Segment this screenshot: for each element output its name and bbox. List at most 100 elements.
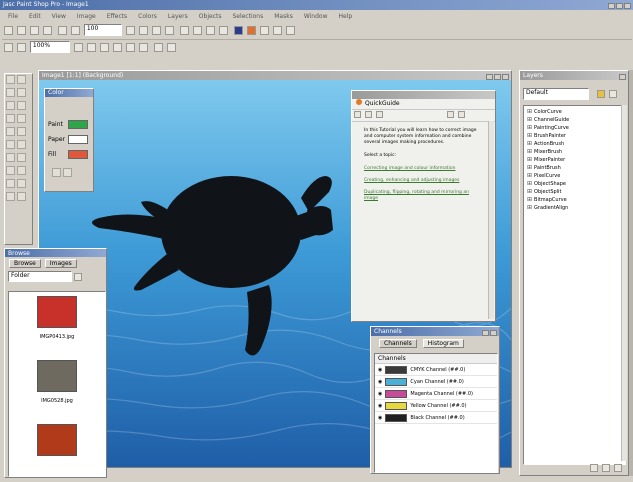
crop-tool-icon[interactable] <box>17 88 26 97</box>
layer-list-item[interactable]: ⊞ GradientAlign <box>527 204 625 212</box>
tab-channels[interactable]: Channels <box>379 338 417 348</box>
save-icon[interactable] <box>30 25 39 35</box>
move-tool-icon[interactable] <box>6 101 15 110</box>
expand-icon[interactable]: ⊞ <box>527 156 532 163</box>
layer-list-item[interactable]: ⊞ ActionBrush <box>527 140 625 148</box>
expand-icon[interactable]: ⊞ <box>527 188 532 195</box>
tab-browse[interactable]: Browse <box>9 258 41 268</box>
lock-colors-icon[interactable] <box>63 168 72 177</box>
layers-select[interactable]: Default <box>523 88 589 100</box>
arrow-tool-icon[interactable] <box>6 75 15 84</box>
shape-tool-icon[interactable] <box>17 192 26 201</box>
layer-list-item[interactable]: ⊞ PaintBrush <box>527 164 625 172</box>
new-icon[interactable] <box>4 25 13 35</box>
menu-window[interactable]: Window <box>304 13 328 20</box>
browse-icon[interactable] <box>192 25 202 35</box>
image-info-icon[interactable] <box>153 42 163 52</box>
zoom-field[interactable]: 100% <box>29 41 70 53</box>
app-minimize-button[interactable] <box>608 2 615 9</box>
eraser-tool-icon[interactable] <box>17 153 26 162</box>
paper-swatch[interactable] <box>68 134 88 144</box>
help-icon[interactable] <box>285 25 295 35</box>
menu-colors[interactable]: Colors <box>138 13 157 20</box>
fit-icon[interactable] <box>73 42 83 52</box>
menu-image[interactable]: Image <box>77 13 96 20</box>
expand-icon[interactable]: ⊞ <box>527 164 532 171</box>
layer-list-item[interactable]: ⊞ PixelCurve <box>527 172 625 180</box>
airbrush-tool-icon[interactable] <box>17 166 26 175</box>
clone-tool-icon[interactable] <box>6 140 15 149</box>
window-icon[interactable] <box>218 25 228 35</box>
layer-list-item[interactable]: ⊞ BrushPainter <box>527 132 625 140</box>
channels-help-button[interactable] <box>482 329 489 336</box>
expand-icon[interactable]: ⊞ <box>527 172 532 179</box>
preview-icon[interactable] <box>166 42 176 52</box>
snap-icon[interactable] <box>138 42 148 52</box>
text-tool-icon[interactable] <box>17 179 26 188</box>
undo-icon[interactable] <box>125 25 135 35</box>
layer-list-item[interactable]: ⊞ PaintingCurve <box>527 124 625 132</box>
zoom-out-icon[interactable] <box>17 42 26 52</box>
layer-list-item[interactable]: ⊞ BitmapCurve <box>527 196 625 204</box>
dropper-tool-icon[interactable] <box>6 127 15 136</box>
channel-row[interactable]: ◉ Cyan Channel (##.0) <box>375 376 497 388</box>
layer-list-item[interactable]: ⊞ ColorCurve <box>527 108 625 116</box>
thumbnail-item[interactable]: IMGP0413.jpg <box>9 292 105 356</box>
new-layer-icon[interactable] <box>590 464 598 472</box>
expand-icon[interactable]: ⊞ <box>527 132 532 139</box>
brush-tool-icon[interactable] <box>17 127 26 136</box>
menu-view[interactable]: View <box>52 13 66 20</box>
effects-icon[interactable] <box>246 25 256 35</box>
menu-masks[interactable]: Masks <box>274 13 293 20</box>
grid-icon[interactable] <box>99 42 109 52</box>
layers-icon[interactable] <box>179 25 189 35</box>
layers-close-button[interactable] <box>619 73 626 80</box>
eye-icon[interactable]: ◉ <box>378 367 382 373</box>
expand-icon[interactable]: ⊞ <box>527 204 532 211</box>
quickguide-link-2[interactable]: Creating, enhancing and adjusting images <box>364 178 483 184</box>
app-close-button[interactable] <box>624 2 631 9</box>
menu-objects[interactable]: Objects <box>199 13 222 20</box>
image-close-button[interactable] <box>502 73 509 80</box>
home-icon[interactable] <box>376 111 383 118</box>
color-icon[interactable] <box>233 25 243 35</box>
menu-effects[interactable]: Effects <box>107 13 127 20</box>
folder-icon[interactable] <box>597 90 605 98</box>
freehand-tool-icon[interactable] <box>6 114 15 123</box>
channel-row[interactable]: ◉ Yellow Channel (##.0) <box>375 400 497 412</box>
tab-histogram[interactable]: Histogram <box>422 338 464 348</box>
expand-icon[interactable]: ⊞ <box>527 140 532 147</box>
ruler-icon[interactable] <box>112 42 122 52</box>
zoom-tool-icon[interactable] <box>6 88 15 97</box>
select-tool-icon[interactable] <box>17 101 26 110</box>
resize-icon[interactable] <box>164 25 174 35</box>
expand-icon[interactable]: ⊞ <box>527 124 532 131</box>
expand-icon[interactable]: ⊞ <box>527 196 532 203</box>
print-icon[interactable] <box>43 25 52 35</box>
eye-icon[interactable]: ◉ <box>378 379 382 385</box>
bookmark-icon[interactable] <box>446 111 454 118</box>
guide-icon[interactable] <box>125 42 135 52</box>
script-icon[interactable] <box>272 25 282 35</box>
app-maximize-button[interactable] <box>616 2 623 9</box>
channel-row[interactable]: ◉ Magenta Channel (##.0) <box>375 388 497 400</box>
quickguide-link-1[interactable]: Correcting image and colour information <box>364 166 483 172</box>
eye-icon[interactable]: ◉ <box>378 403 382 409</box>
quickguide-link-3[interactable]: Duplicating, flipping, rotating and mirr… <box>364 190 483 202</box>
duplicate-layer-icon[interactable] <box>602 464 610 472</box>
folder-select[interactable]: Folder <box>8 271 72 282</box>
channels-close-button[interactable] <box>490 329 497 336</box>
eye-icon[interactable]: ◉ <box>378 415 382 421</box>
cut-icon[interactable] <box>57 25 67 35</box>
paint-swatch[interactable] <box>68 119 88 129</box>
delete-layer-icon[interactable] <box>614 464 622 472</box>
menu-file[interactable]: File <box>8 13 18 20</box>
forward-icon[interactable] <box>365 111 372 118</box>
swap-colors-icon[interactable] <box>52 168 61 177</box>
overview-icon[interactable] <box>259 25 269 35</box>
menu-help[interactable]: Help <box>339 13 353 20</box>
menu-edit[interactable]: Edit <box>29 13 41 20</box>
expand-icon[interactable]: ⊞ <box>527 116 532 123</box>
back-icon[interactable] <box>354 111 361 118</box>
redo-icon[interactable] <box>138 25 148 35</box>
